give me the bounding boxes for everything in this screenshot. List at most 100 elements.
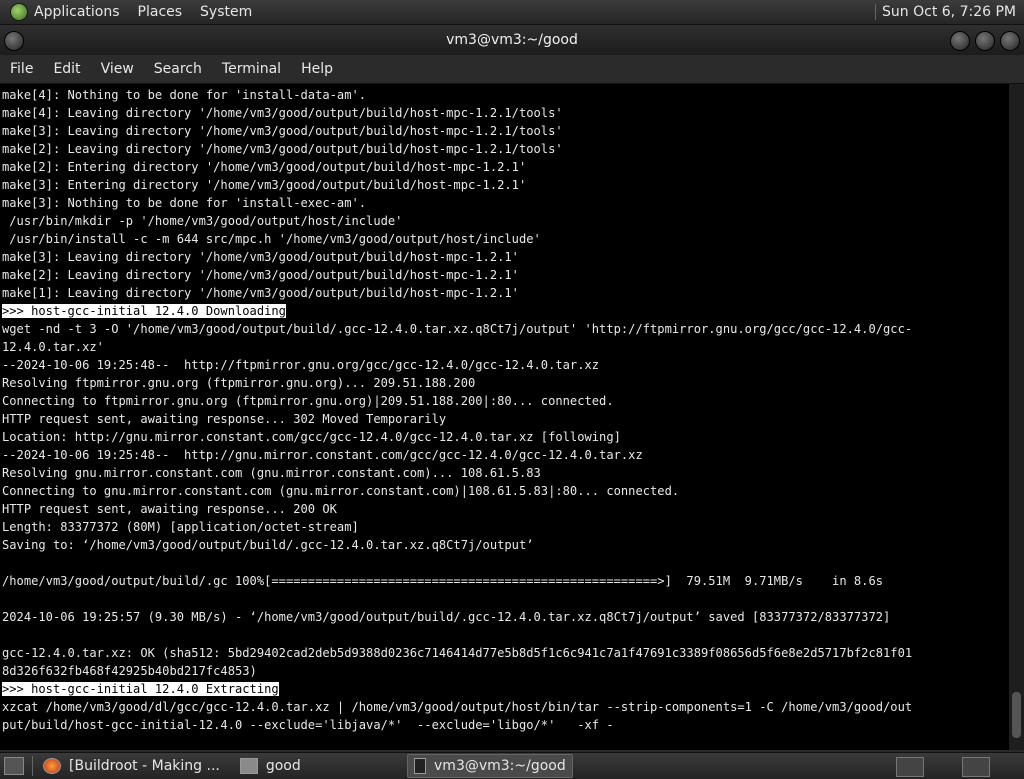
terminal-line: make[2]: Entering directory '/home/vm3/g… (2, 158, 1009, 176)
terminal-line: --2024-10-06 19:25:48-- http://ftpmirror… (2, 356, 1009, 374)
terminal-line: >>> host-gcc-initial 12.4.0 Downloading (2, 302, 1009, 320)
terminal-line: make[4]: Nothing to be done for 'install… (2, 86, 1009, 104)
menu-applications[interactable]: Applications (34, 4, 120, 20)
workspace-switcher-1[interactable] (896, 757, 924, 777)
terminal-text: Resolving ftpmirror.gnu.org (ftpmirror.g… (2, 376, 476, 390)
clock[interactable]: Sun Oct 6, 7:26 PM (882, 4, 1016, 20)
folder-icon (239, 758, 258, 774)
task-label: [Buildroot - Making ... (69, 758, 220, 774)
maximize-button[interactable] (975, 31, 995, 51)
terminal-text: /usr/bin/mkdir -p '/home/vm3/good/output… (2, 214, 403, 228)
terminal-output[interactable]: make[4]: Nothing to be done for 'install… (0, 84, 1009, 750)
terminal-text: make[2]: Entering directory '/home/vm3/g… (2, 160, 527, 174)
window-title: vm3@vm3:~/good (446, 32, 578, 48)
terminal-text: make[2]: Leaving directory '/home/vm3/go… (2, 142, 563, 156)
task-file-manager[interactable]: good (234, 755, 307, 777)
menu-help[interactable]: Help (291, 61, 343, 77)
window-menu-button[interactable] (4, 31, 24, 51)
terminal-text: HTTP request sent, awaiting response... … (2, 412, 447, 426)
terminal-line: 12.4.0.tar.xz' (2, 338, 1009, 356)
terminal-text: make[1]: Leaving directory '/home/vm3/go… (2, 286, 519, 300)
terminal-highlight-text: >>> host-gcc-initial 12.4.0 Extracting (2, 682, 279, 696)
task-terminal[interactable]: vm3@vm3:~/good (406, 754, 573, 778)
bottom-panel: [Buildroot - Making ... good vm3@vm3:~/g… (0, 752, 1024, 779)
window-titlebar[interactable]: vm3@vm3:~/good (0, 25, 1024, 55)
terminal-line: make[3]: Entering directory '/home/vm3/g… (2, 176, 1009, 194)
task-label: good (265, 758, 301, 774)
firefox-icon (43, 758, 61, 774)
menu-view[interactable]: View (91, 61, 144, 77)
terminal-text: Connecting to gnu.mirror.constant.com (g… (2, 484, 680, 498)
top-panel: Applications Places System Sun Oct 6, 7:… (0, 0, 1024, 25)
terminal-text: 8d326f632fb468f42925b40bd217fc4853) (2, 664, 257, 678)
terminal-line: 8d326f632fb468f42925b40bd217fc4853) (2, 662, 1009, 680)
terminal-text: make[3]: Leaving directory '/home/vm3/go… (2, 250, 519, 264)
terminal-line: make[4]: Leaving directory '/home/vm3/go… (2, 104, 1009, 122)
terminal-line: Length: 83377372 (80M) [application/octe… (2, 518, 1009, 536)
terminal-line: make[3]: Leaving directory '/home/vm3/go… (2, 248, 1009, 266)
menu-terminal[interactable]: Terminal (212, 61, 291, 77)
terminal-line: Resolving gnu.mirror.constant.com (gnu.m… (2, 464, 1009, 482)
terminal-text: Resolving gnu.mirror.constant.com (gnu.m… (2, 466, 541, 480)
terminal-line: make[2]: Leaving directory '/home/vm3/go… (2, 266, 1009, 284)
terminal-line: wget -nd -t 3 -O '/home/vm3/good/output/… (2, 320, 1009, 338)
scrollbar-thumb[interactable] (1012, 692, 1021, 738)
terminal-text: --2024-10-06 19:25:48-- http://gnu.mirro… (2, 448, 643, 462)
terminal-lines: make[4]: Nothing to be done for 'install… (2, 86, 1009, 734)
menu-file[interactable]: File (0, 61, 43, 77)
menu-edit[interactable]: Edit (43, 61, 90, 77)
show-desktop-icon[interactable] (4, 757, 24, 775)
terminal-text: make[3]: Nothing to be done for 'install… (2, 196, 367, 210)
task-label: vm3@vm3:~/good (434, 758, 566, 774)
close-button[interactable] (1000, 31, 1020, 51)
terminal-line: Location: http://gnu.mirror.constant.com… (2, 428, 1009, 446)
terminal-line: >>> host-gcc-initial 12.4.0 Extracting (2, 680, 1009, 698)
menu-places[interactable]: Places (138, 4, 183, 20)
terminal-text: 2024-10-06 19:25:57 (9.30 MB/s) - ‘/home… (2, 610, 891, 624)
terminal-text: make[2]: Leaving directory '/home/vm3/go… (2, 268, 519, 282)
terminal-highlight-text: >>> host-gcc-initial 12.4.0 Downloading (2, 304, 286, 318)
terminal-text: Length: 83377372 (80M) [application/octe… (2, 520, 359, 534)
terminal-text: --2024-10-06 19:25:48-- http://ftpmirror… (2, 358, 600, 372)
terminal-text: make[3]: Leaving directory '/home/vm3/go… (2, 124, 563, 138)
terminal-text: Saving to: ‘/home/vm3/good/output/build/… (2, 538, 534, 552)
terminal-text: xzcat /home/vm3/good/dl/gcc/gcc-12.4.0.t… (2, 700, 913, 714)
terminal-line: HTTP request sent, awaiting response... … (2, 500, 1009, 518)
distro-logo-icon[interactable] (10, 3, 28, 21)
terminal-text: /usr/bin/install -c -m 644 src/mpc.h '/h… (2, 232, 541, 246)
terminal-line: Saving to: ‘/home/vm3/good/output/build/… (2, 536, 1009, 554)
terminal-text: 12.4.0.tar.xz' (2, 340, 104, 354)
terminal-line: /usr/bin/install -c -m 644 src/mpc.h '/h… (2, 230, 1009, 248)
terminal-line: make[2]: Leaving directory '/home/vm3/go… (2, 140, 1009, 158)
terminal-line: make[1]: Leaving directory '/home/vm3/go… (2, 284, 1009, 302)
terminal-line: put/build/host-gcc-initial-12.4.0 --excl… (2, 716, 1009, 734)
terminal-line: xzcat /home/vm3/good/dl/gcc/gcc-12.4.0.t… (2, 698, 1009, 716)
terminal-text: HTTP request sent, awaiting response... … (2, 502, 337, 516)
terminal-line: HTTP request sent, awaiting response... … (2, 410, 1009, 428)
terminal-line: Connecting to ftpmirror.gnu.org (ftpmirr… (2, 392, 1009, 410)
terminal-scrollbar[interactable] (1009, 84, 1024, 750)
terminal-line: gcc-12.4.0.tar.xz: OK (sha512: 5bd29402c… (2, 644, 1009, 662)
terminal-line: make[3]: Leaving directory '/home/vm3/go… (2, 122, 1009, 140)
terminal-icon (413, 758, 427, 774)
menubar: File Edit View Search Terminal Help (0, 55, 1024, 84)
menu-system[interactable]: System (200, 4, 252, 20)
terminal-line: /usr/bin/mkdir -p '/home/vm3/good/output… (2, 212, 1009, 230)
terminal-text: wget -nd -t 3 -O '/home/vm3/good/output/… (2, 322, 913, 336)
terminal-line: Connecting to gnu.mirror.constant.com (g… (2, 482, 1009, 500)
terminal-line: make[3]: Nothing to be done for 'install… (2, 194, 1009, 212)
workspace-switcher-2[interactable] (962, 757, 990, 777)
menu-search[interactable]: Search (144, 61, 212, 77)
terminal-text: gcc-12.4.0.tar.xz: OK (sha512: 5bd29402c… (2, 646, 913, 660)
minimize-button[interactable] (950, 31, 970, 51)
terminal-line: Resolving ftpmirror.gnu.org (ftpmirror.g… (2, 374, 1009, 392)
panel-separator (32, 756, 33, 776)
terminal-line: --2024-10-06 19:25:48-- http://gnu.mirro… (2, 446, 1009, 464)
terminal-text: /home/vm3/good/output/build/.gc 100%[===… (2, 574, 884, 588)
task-browser[interactable]: [Buildroot - Making ... (37, 755, 226, 777)
terminal-line: /home/vm3/good/output/build/.gc 100%[===… (2, 572, 1009, 590)
terminal-text: make[3]: Entering directory '/home/vm3/g… (2, 178, 527, 192)
